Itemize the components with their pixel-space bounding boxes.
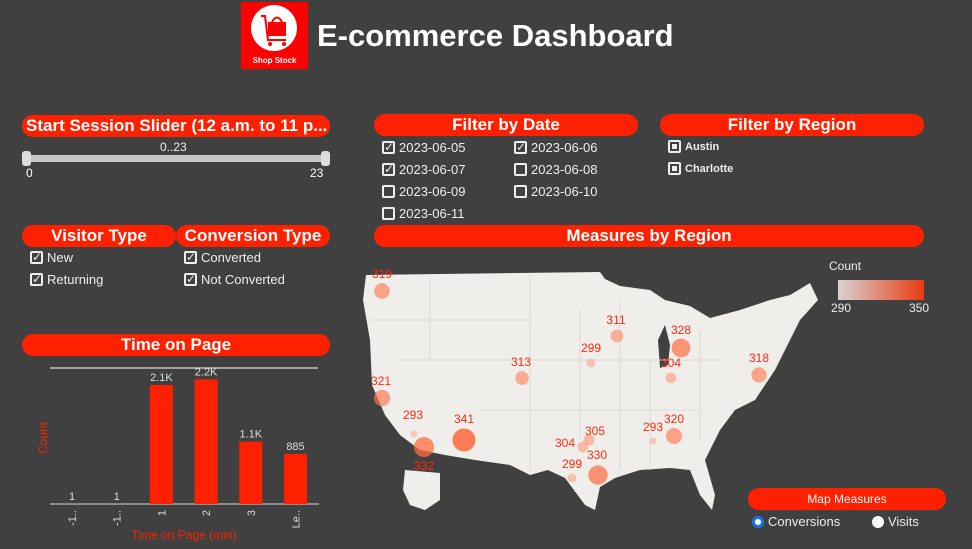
legend-title: Count (829, 259, 862, 273)
chart-title: Time on Page (22, 334, 330, 356)
alaska (403, 470, 440, 510)
bar[interactable] (149, 385, 173, 504)
map-point-label: 330 (587, 448, 607, 462)
map-point[interactable] (671, 338, 691, 358)
map-point-label: 341 (454, 412, 474, 426)
bar-data-label: 1 (69, 491, 75, 503)
legend-min: 290 (831, 301, 851, 315)
legend-color-scale (838, 280, 924, 300)
map-point-label: 313 (511, 355, 531, 369)
radio-label: Visits (888, 514, 919, 529)
map-point-label: 304 (555, 436, 575, 450)
map-point[interactable] (410, 430, 418, 438)
map-point-label: 293 (403, 408, 423, 422)
map-measures-title: Map Measures (748, 488, 946, 510)
map-point[interactable] (666, 428, 682, 444)
map-point[interactable] (567, 473, 577, 483)
map-point-label: 304 (661, 356, 681, 370)
map-point-label: 332 (414, 459, 434, 473)
map-point[interactable] (374, 283, 390, 299)
map-point[interactable] (586, 358, 596, 368)
map-point-label: 299 (581, 341, 601, 355)
bar-data-label: 1 (114, 491, 120, 503)
y-axis-label: Count (36, 421, 50, 454)
map-point-label: 293 (643, 420, 663, 434)
x-tick-label: 2 (201, 510, 213, 516)
x-tick-label: Le.. (291, 510, 303, 528)
bar[interactable] (284, 453, 307, 504)
map-point[interactable] (610, 329, 624, 343)
radio-conversions[interactable]: Conversions (752, 514, 840, 529)
map-point-label: 305 (585, 424, 605, 438)
bar-data-label: 2.2K (195, 366, 218, 378)
x-tick-label: -1.. (67, 510, 79, 526)
x-tick-label: 1 (156, 510, 168, 516)
bar[interactable] (194, 379, 218, 504)
radio-unselected-icon (872, 515, 884, 528)
bar-data-label: 2.1K (150, 372, 173, 384)
legend-max: 350 (909, 301, 929, 315)
x-tick-label: 3 (246, 510, 258, 516)
map-point-label: 311 (606, 313, 625, 327)
map-point-label: 299 (562, 457, 582, 471)
map-point[interactable] (515, 371, 529, 385)
map-point-label: 320 (664, 412, 684, 426)
map-point[interactable] (665, 372, 677, 384)
radio-visits[interactable]: Visits (872, 514, 919, 529)
map-point[interactable] (373, 389, 391, 407)
map-point[interactable] (452, 428, 476, 452)
bar-data-label: 885 (286, 441, 304, 453)
bar[interactable] (239, 441, 263, 504)
map-point-label: 321 (371, 374, 391, 388)
map-point-label: 328 (671, 323, 691, 337)
x-axis-label: Time on Page (min) (132, 528, 237, 542)
map-point[interactable] (414, 437, 434, 457)
x-tick-label: -1.. (112, 510, 124, 526)
map-point[interactable] (649, 437, 657, 445)
map-point[interactable] (751, 367, 767, 383)
map-point[interactable] (588, 465, 608, 485)
bar-data-label: 1.1K (239, 429, 262, 441)
radio-selected-icon (752, 515, 764, 528)
radio-label: Conversions (768, 514, 841, 529)
map-point-label: 319 (372, 267, 392, 281)
map-point-label: 318 (749, 351, 769, 365)
time-on-page-chart: Count Time on Page (min) 1 -1.. 1 -1.. 2.1K 1… (36, 366, 319, 542)
